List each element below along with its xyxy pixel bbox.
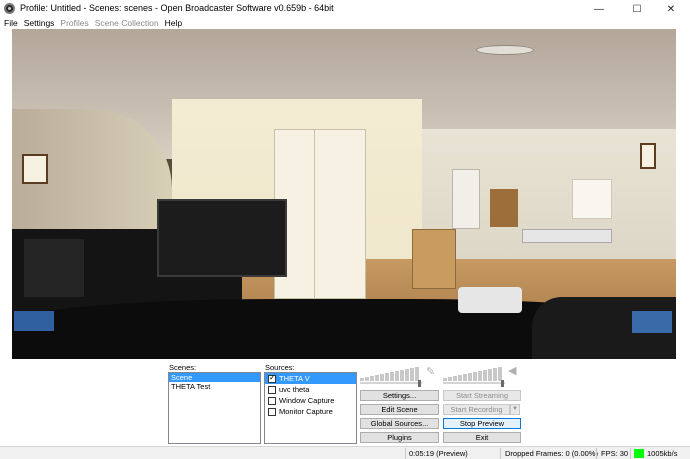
preview-book-left (14, 311, 54, 331)
speaker-icon[interactable]: ◀ (508, 365, 516, 377)
preview-panel (12, 29, 676, 359)
mic-volume-meter (443, 363, 502, 381)
preview-closet-seam (314, 129, 315, 299)
global-sources-button[interactable]: Global Sources... (360, 418, 439, 429)
scene-item[interactable]: Scene (169, 373, 260, 382)
stream-health-indicator (634, 449, 644, 458)
recording-dropdown-arrow-icon[interactable]: ▼ (510, 404, 520, 415)
source-item[interactable]: Window Capture (265, 395, 356, 406)
scene-item[interactable]: THETA Test (169, 382, 260, 391)
preview-wall-art-left (22, 154, 48, 184)
obs-logo-icon (4, 3, 15, 14)
preview-door (452, 169, 480, 229)
source-enabled-checkbox[interactable] (268, 407, 276, 416)
menu-bar: File Settings Profiles Scene Collection … (0, 17, 690, 29)
sources-label: Sources: (265, 363, 295, 372)
scenes-list[interactable]: Scene THETA Test (168, 372, 261, 444)
status-time: 0:05:19 (Preview) (409, 449, 468, 458)
mic-volume-slider[interactable] (443, 382, 505, 384)
start-recording-button[interactable]: Start Recording (443, 404, 510, 415)
start-streaming-button[interactable]: Start Streaming (443, 390, 521, 401)
preview-papers (458, 287, 522, 313)
title-bar: Profile: Untitled - Scenes: scenes - Ope… (0, 0, 690, 18)
source-name: Monitor Capture (279, 407, 333, 416)
scenes-label: Scenes: (169, 363, 197, 372)
menu-help[interactable]: Help (165, 17, 182, 29)
plugins-button[interactable]: Plugins (360, 432, 439, 443)
preview-table (522, 229, 612, 243)
status-dropped-frames: Dropped Frames: 0 (0.00%) (505, 449, 598, 458)
preview-bookshelf (490, 189, 518, 227)
settings-button[interactable]: Settings... (360, 390, 439, 401)
source-enabled-checkbox[interactable] (268, 396, 276, 405)
microphone-icon[interactable]: ✎ (426, 366, 435, 378)
source-enabled-checkbox[interactable] (268, 385, 276, 394)
exit-button[interactable]: Exit (443, 432, 521, 443)
edit-scene-button[interactable]: Edit Scene (360, 404, 439, 415)
minimize-icon[interactable]: — (584, 0, 614, 18)
menu-profiles[interactable]: Profiles (60, 17, 88, 29)
desktop-volume-knob[interactable] (418, 380, 421, 387)
source-name: uvc theta (279, 385, 310, 394)
source-item[interactable]: uvc theta (265, 384, 356, 395)
maximize-icon[interactable]: ☐ (622, 0, 652, 18)
menu-settings[interactable]: Settings (24, 17, 55, 29)
preview-ceiling-light (476, 45, 534, 55)
menu-scene-collection[interactable]: Scene Collection (95, 17, 159, 29)
status-bitrate: 1005kb/s (647, 449, 678, 458)
status-fps: FPS: 30 (601, 449, 629, 458)
preview-closet (274, 129, 366, 299)
preview-cabinet (412, 229, 456, 289)
preview-window (572, 179, 612, 219)
source-name: Window Capture (279, 396, 335, 405)
preview-monitor (157, 199, 287, 277)
source-enabled-checkbox[interactable] (268, 373, 276, 383)
window-title: Profile: Untitled - Scenes: scenes - Ope… (20, 3, 334, 13)
preview-wall-art-right (640, 143, 656, 169)
sources-list[interactable]: THETA V uvc theta Window Capture Monitor… (264, 372, 357, 444)
status-bar: 0:05:19 (Preview) Dropped Frames: 0 (0.0… (0, 446, 690, 459)
source-name: THETA V (279, 374, 310, 383)
desktop-volume-slider[interactable] (360, 382, 422, 384)
menu-file[interactable]: File (4, 17, 18, 29)
close-icon[interactable]: ✕ (656, 0, 686, 18)
stop-preview-button[interactable]: Stop Preview (443, 418, 521, 429)
source-item[interactable]: Monitor Capture (265, 406, 356, 417)
preview-equipment (24, 239, 84, 297)
desktop-volume-meter (360, 363, 419, 381)
source-item[interactable]: THETA V (265, 373, 356, 384)
preview-book-right (632, 311, 672, 333)
mic-volume-knob[interactable] (501, 380, 504, 387)
